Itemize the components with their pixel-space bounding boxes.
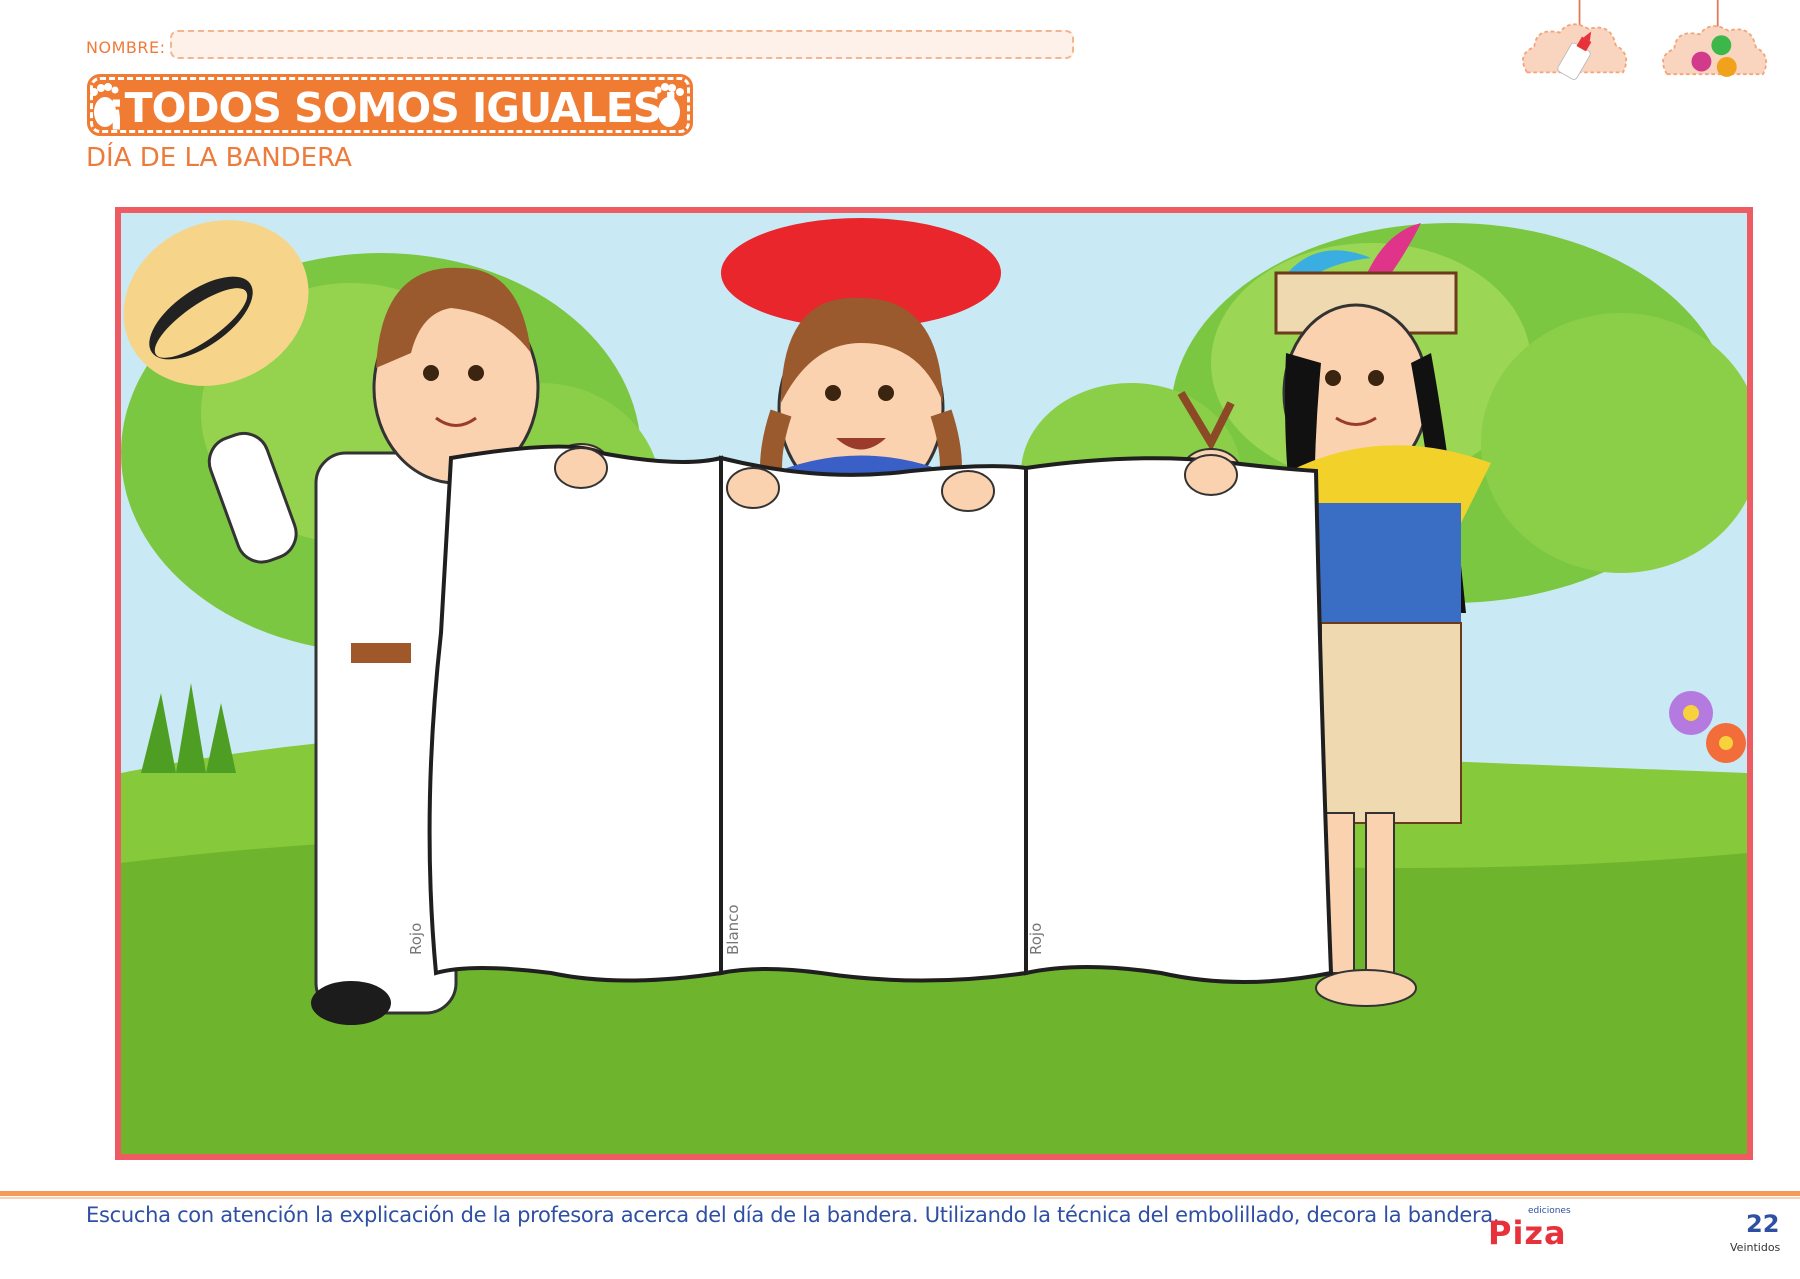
- name-label: NOMBRE:: [86, 38, 166, 57]
- paint-balls-icon: [1662, 0, 1768, 77]
- footprint-icon: [90, 83, 119, 127]
- instruction-text: Escucha con atención la explicación de l…: [86, 1203, 1500, 1227]
- illustration-frame: Rojo Blanco Rojo: [115, 207, 1753, 1160]
- title-banner: ¡TODOS SOMOS IGUALES!: [87, 74, 693, 136]
- publisher-logo: ediciones Piza: [1488, 1206, 1578, 1258]
- flag-stripe-3-label: Rojo: [1027, 923, 1045, 955]
- page-number-word: Veintidos: [1730, 1241, 1781, 1254]
- page-title: ¡TODOS SOMOS IGUALES!: [106, 84, 680, 132]
- flag-stripe-2-label: Blanco: [724, 904, 742, 955]
- flag-day-illustration: Rojo Blanco Rojo: [121, 213, 1747, 1154]
- page-subtitle: DÍA DE LA BANDERA: [86, 143, 352, 173]
- publisher-name: Piza: [1488, 1214, 1567, 1252]
- page-number: 22: [1746, 1210, 1780, 1238]
- footer-rule: [0, 1191, 1800, 1196]
- flag-outline: [427, 444, 1334, 984]
- flag-stripe-1-label: Rojo: [407, 923, 425, 955]
- footer-rule-thin: [0, 1197, 1800, 1199]
- footprint-icon: [654, 83, 684, 127]
- glue-bottle-icon: [1522, 0, 1628, 80]
- name-field[interactable]: [170, 30, 1074, 59]
